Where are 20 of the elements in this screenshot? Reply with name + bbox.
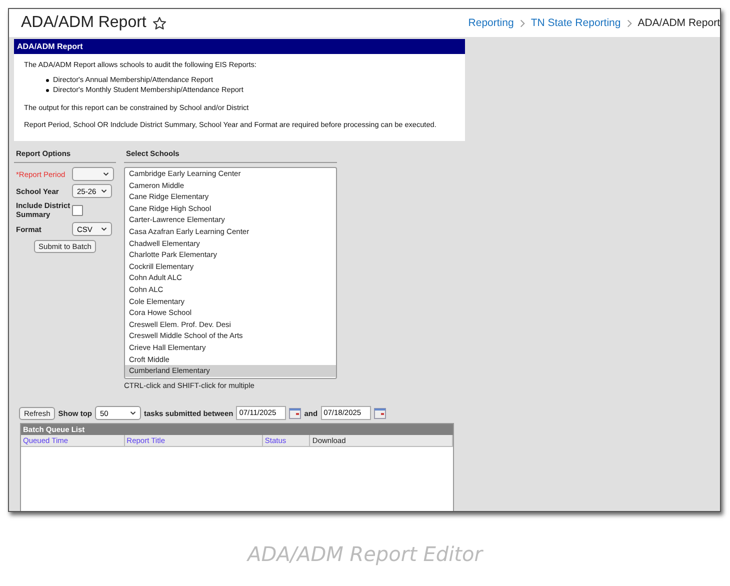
calendar-icon[interactable] (289, 408, 302, 418)
chevron-icon (520, 18, 525, 28)
breadcrumb[interactable]: TN State Reporting (530, 17, 621, 29)
caret-icon (101, 227, 107, 231)
checkbox[interactable] (72, 204, 83, 216)
page-title: ADA/ADM Report (21, 14, 146, 32)
panel-header: ADA/ADM Report (14, 39, 465, 54)
breadcrumb[interactable]: Reporting (468, 17, 514, 29)
calendar-icon[interactable] (374, 408, 386, 418)
bullet-icon (46, 88, 49, 92)
caret-icon (101, 189, 107, 193)
caret-icon (103, 172, 109, 176)
caret-icon (130, 411, 136, 415)
star-icon[interactable] (152, 16, 168, 30)
breadcrumb: ADA/ADM Report (638, 17, 720, 29)
caption: ADA/ADM Report Editor (246, 542, 484, 566)
chevron-icon (626, 18, 632, 28)
dropdown[interactable] (72, 167, 114, 181)
school-list[interactable] (124, 167, 337, 379)
bullet-icon (46, 78, 49, 82)
